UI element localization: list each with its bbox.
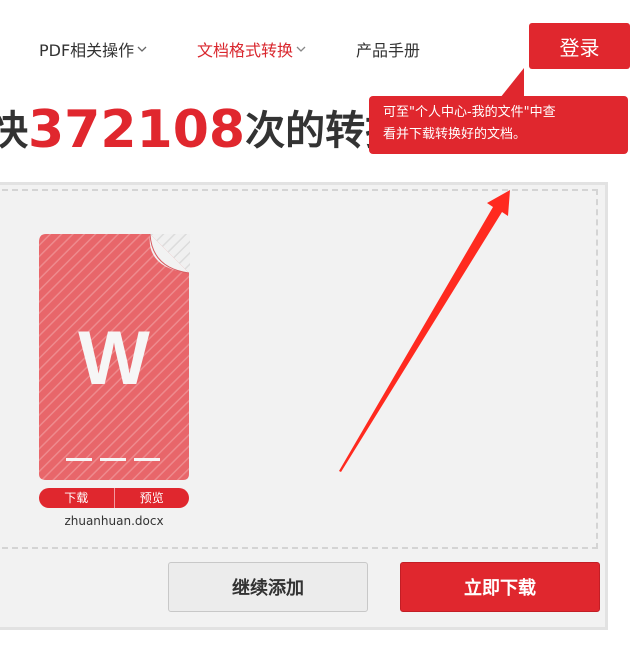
conversion-count-headline: 快372108次的转换 bbox=[0, 98, 405, 163]
tooltip-line: 看并下载转换好的文档。 bbox=[383, 127, 527, 142]
file-type-letter: W bbox=[78, 316, 150, 401]
headline-prefix: 快 bbox=[0, 108, 28, 154]
file-preview-button[interactable]: 预览 bbox=[113, 488, 190, 508]
nav-item-pdf-tools[interactable]: PDF相关操作 bbox=[39, 37, 147, 61]
word-file-icon: W bbox=[39, 234, 190, 480]
login-button[interactable]: 登录 bbox=[529, 23, 630, 69]
nav-item-label: 产品手册 bbox=[356, 41, 421, 60]
nav-item-label: 文档格式转换 bbox=[197, 41, 294, 60]
chevron-down-icon bbox=[296, 46, 306, 52]
tooltip-line: 可至"个人中心-我的文件"中查 bbox=[383, 105, 556, 120]
top-nav: PDF相关操作 文档格式转换 产品手册 登录 bbox=[0, 0, 631, 90]
login-tooltip: 可至"个人中心-我的文件"中查 看并下载转换好的文档。 bbox=[369, 96, 628, 154]
nav-item-label: PDF相关操作 bbox=[39, 41, 135, 60]
chevron-down-icon bbox=[137, 46, 147, 52]
nav-item-format-convert[interactable]: 文档格式转换 bbox=[197, 37, 306, 61]
file-action-bar: 下载 预览 bbox=[39, 488, 189, 508]
add-more-button[interactable]: 继续添加 bbox=[168, 562, 368, 612]
conversion-count: 372108 bbox=[28, 100, 246, 160]
nav-item-product-manual[interactable]: 产品手册 bbox=[356, 37, 420, 61]
tooltip-tail bbox=[500, 68, 524, 98]
file-download-button[interactable]: 下载 bbox=[39, 488, 114, 508]
download-now-button[interactable]: 立即下载 bbox=[400, 562, 600, 612]
file-name: zhuanhuan.docx bbox=[64, 514, 164, 528]
